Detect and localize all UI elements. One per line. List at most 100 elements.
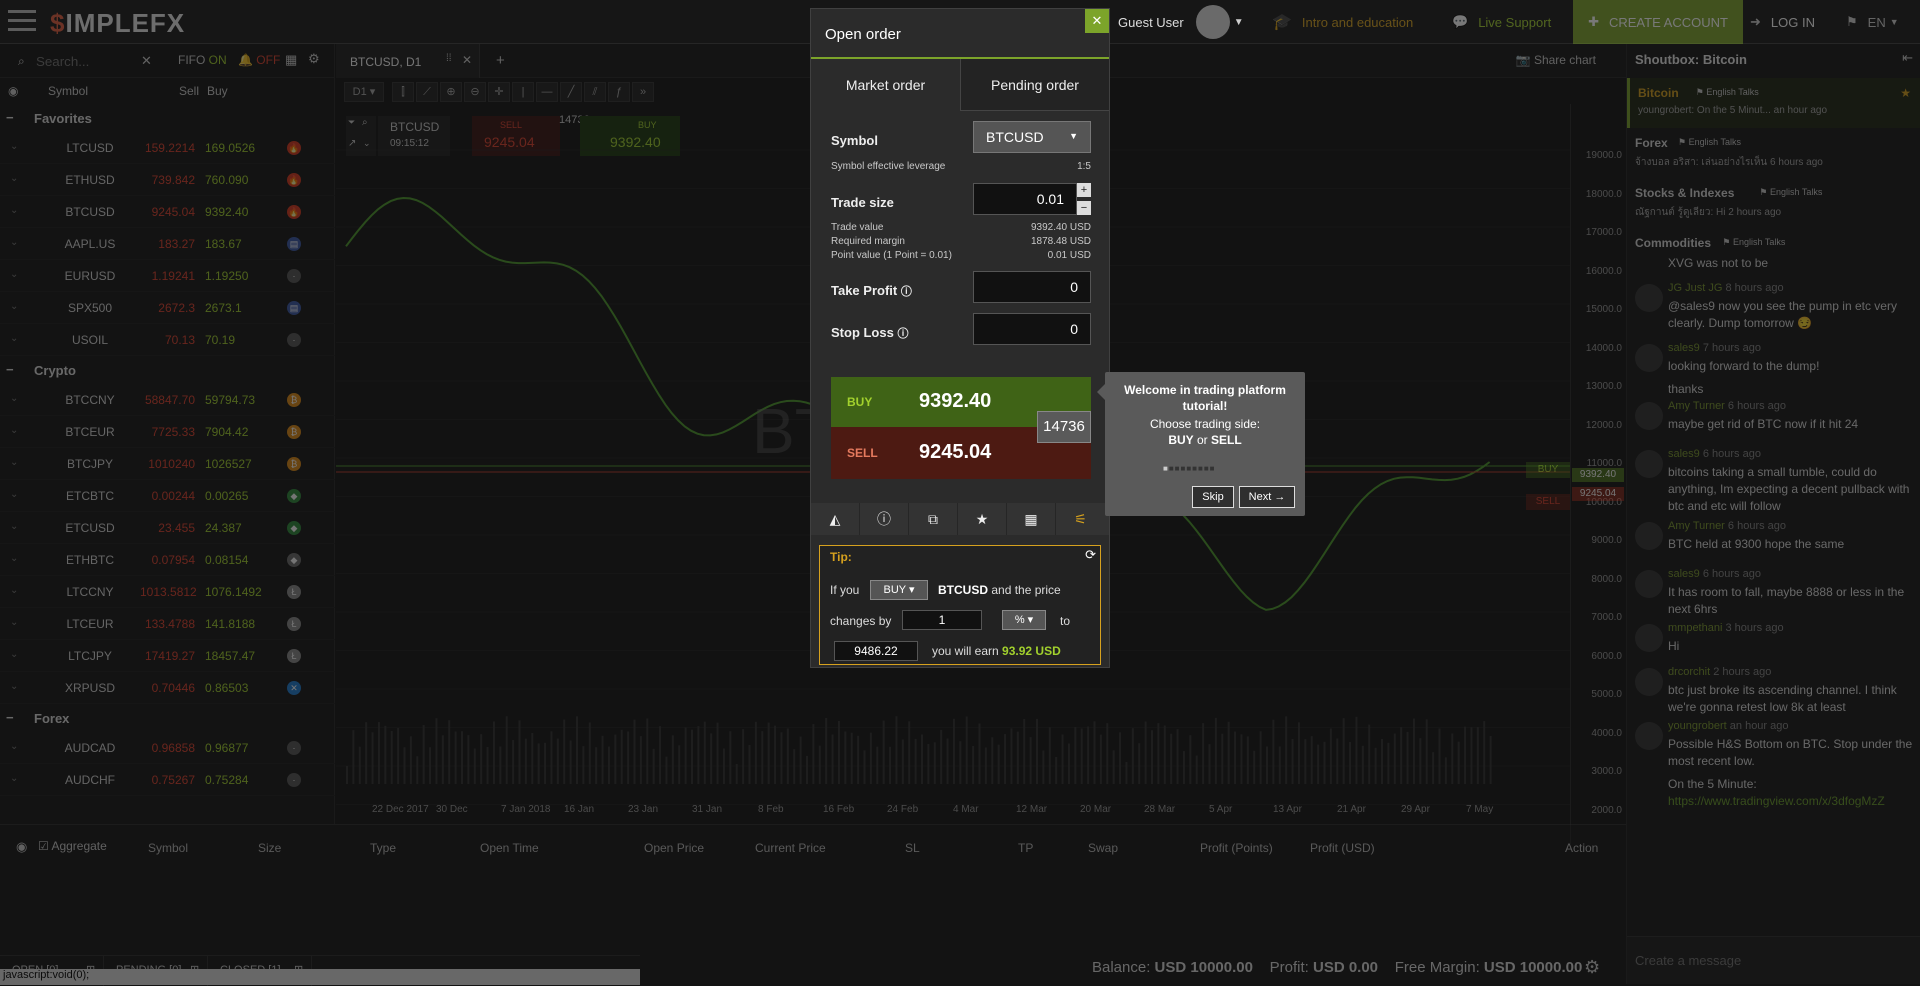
chevron-down-icon[interactable]: ⌄: [10, 521, 18, 532]
buy-price[interactable]: 1026527: [205, 457, 265, 471]
simplefx-logo[interactable]: $IMPLEFX: [50, 8, 185, 39]
sell-price[interactable]: 739.842: [140, 173, 195, 187]
buy-price[interactable]: 141.8188: [205, 617, 265, 631]
message-author[interactable]: mmpethani 3 hours ago: [1668, 622, 1784, 634]
sell-price[interactable]: 133.4788: [140, 617, 195, 631]
gear-icon[interactable]: ⚙: [1584, 957, 1600, 978]
channel-icon[interactable]: ⫽: [584, 82, 606, 102]
watchlist-row[interactable]: ⌄ ETHBTC 0.07954 0.08154 ◆: [0, 544, 335, 576]
watchlist-row[interactable]: ⌄ LTCEUR 133.4788 141.8188 Ł: [0, 608, 335, 640]
col-tp[interactable]: TP: [1018, 841, 1033, 855]
info-icon[interactable]: ⓘ: [897, 328, 908, 340]
intro-education-link[interactable]: 🎓 Intro and education: [1272, 0, 1413, 44]
indicators-icon[interactable]: ⟋: [416, 82, 438, 102]
watchlist-row[interactable]: ⌄ ETCBTC 0.00244 0.00265 ◆: [0, 480, 335, 512]
zoom-in-icon[interactable]: ⊕: [440, 82, 462, 102]
chevron-down-icon[interactable]: ⌄: [10, 457, 18, 468]
gear-icon[interactable]: ⚙: [308, 51, 320, 67]
create-account-button[interactable]: ✚ CREATE ACCOUNT: [1573, 0, 1743, 44]
tab-pending-order[interactable]: Pending order: [960, 59, 1109, 111]
chevron-down-icon[interactable]: ⌄: [10, 269, 18, 280]
change-unit-select[interactable]: % ▾: [1002, 610, 1046, 630]
increase-button[interactable]: +: [1077, 183, 1091, 197]
trade-side-select[interactable]: BUY ▾: [870, 580, 928, 600]
search-input[interactable]: [36, 51, 148, 71]
collapse-icon[interactable]: −: [6, 710, 14, 725]
col-symbol[interactable]: Symbol: [48, 84, 88, 98]
watchlist-row[interactable]: ⌄ LTCCNY 1013.5812 1076.1492 Ł: [0, 576, 335, 608]
chevron-down-icon[interactable]: ⌄: [10, 393, 18, 404]
message-author[interactable]: JG Just JG 8 hours ago: [1668, 282, 1784, 294]
info-icon[interactable]: ⓘ: [901, 286, 912, 298]
room-item[interactable]: Stocks & Indexes ⚑ English Talks ณัฐกานต์ …: [1627, 178, 1920, 228]
decrease-button[interactable]: −: [1077, 201, 1091, 215]
message-author[interactable]: sales9 7 hours ago: [1668, 342, 1761, 354]
col-open-price[interactable]: Open Price: [644, 841, 704, 855]
login-button[interactable]: ➜ LOG IN: [1750, 0, 1815, 44]
sell-price[interactable]: 58847.70: [140, 393, 195, 407]
avatar[interactable]: [1635, 522, 1663, 550]
watchlist-row[interactable]: ⌄ SPX500 2672.3 2673.1 ▤: [0, 292, 335, 324]
crosshair-icon[interactable]: ✛: [488, 82, 510, 102]
live-support-link[interactable]: 💬 Live Support: [1452, 0, 1551, 44]
sell-price[interactable]: 7725.33: [140, 425, 195, 439]
sell-price[interactable]: 0.00244: [140, 489, 195, 503]
refresh-icon[interactable]: ⟳: [1085, 547, 1096, 563]
watchlist-row[interactable]: ⌄ AUDCAD 0.96858 0.96877 ·: [0, 732, 335, 764]
avatar[interactable]: [1635, 344, 1663, 372]
message-author[interactable]: sales9 6 hours ago: [1668, 448, 1761, 460]
room-item[interactable]: Bitcoin ⚑ English Talks youngrobert: On th…: [1627, 78, 1920, 128]
group-favorites[interactable]: − Favorites: [0, 104, 335, 132]
change-amount-input[interactable]: 1: [902, 610, 982, 630]
calculator-icon[interactable]: ▦: [285, 52, 297, 68]
col-profit-usd[interactable]: Profit (USD): [1310, 841, 1375, 855]
col-buy[interactable]: Buy: [207, 84, 228, 98]
sell-price[interactable]: 17419.27: [140, 649, 195, 663]
watchlist-row[interactable]: ⌄ ETHUSD 739.842 760.090 🔥: [0, 164, 335, 196]
next-button[interactable]: Next →: [1239, 486, 1295, 508]
col-swap[interactable]: Swap: [1088, 841, 1118, 855]
skip-button[interactable]: Skip: [1192, 486, 1234, 508]
star-icon[interactable]: ★: [1900, 86, 1911, 100]
buy-price[interactable]: 0.86503: [205, 681, 265, 695]
watchlist-row[interactable]: ⌄ USOIL 70.13 70.19 ·: [0, 324, 335, 356]
col-profit-points[interactable]: Profit (Points): [1200, 841, 1273, 855]
chevron-down-icon[interactable]: ⌄: [10, 425, 18, 436]
message-author[interactable]: drcorchit 2 hours ago: [1668, 666, 1771, 678]
info-icon[interactable]: ⓘ: [860, 503, 909, 535]
menu-icon[interactable]: [8, 10, 36, 32]
col-sl[interactable]: SL: [905, 841, 920, 855]
chevron-down-icon[interactable]: ⌄: [10, 553, 18, 564]
chevron-down-icon[interactable]: ⌄: [10, 489, 18, 500]
buy-price[interactable]: 0.75284: [205, 773, 265, 787]
collapse-icon[interactable]: ⇤: [1902, 50, 1913, 66]
sell-price[interactable]: 23.455: [140, 521, 195, 535]
col-open-time[interactable]: Open Time: [480, 841, 539, 855]
close-icon[interactable]: ✕: [462, 53, 472, 67]
target-price-input[interactable]: 9486.22: [834, 641, 918, 661]
chevron-down-icon[interactable]: ⌄: [10, 205, 18, 216]
watchlist-row[interactable]: ⌄ XRPUSD 0.70446 0.86503 ✕: [0, 672, 335, 704]
avatar[interactable]: [1635, 624, 1663, 652]
symbol-select[interactable]: BTCUSD ▼: [973, 121, 1091, 153]
external-link-icon[interactable]: ⧉: [909, 503, 958, 535]
eye-icon[interactable]: ◉: [16, 839, 27, 855]
chevron-down-icon[interactable]: ⌄: [10, 333, 18, 344]
sell-price[interactable]: 9245.04: [140, 205, 195, 219]
more-tools-icon[interactable]: »: [632, 82, 654, 102]
trend-line-icon[interactable]: ╱: [560, 82, 582, 102]
aggregate-checkbox[interactable]: ☑ Aggregate: [38, 839, 107, 853]
buy-price[interactable]: 0.96877: [205, 741, 265, 755]
tab-market-order[interactable]: Market order: [811, 59, 960, 111]
fibonacci-icon[interactable]: ƒ: [608, 82, 630, 102]
avatar[interactable]: [1635, 668, 1663, 696]
trade-size-input[interactable]: 0.01: [973, 183, 1077, 215]
buy-price[interactable]: 18457.47: [205, 649, 265, 663]
clear-search-icon[interactable]: ✕: [141, 53, 152, 69]
buy-price[interactable]: 1.19250: [205, 269, 265, 283]
sell-price[interactable]: 0.96858: [140, 741, 195, 755]
sell-price[interactable]: 159.2214: [140, 141, 195, 155]
watchlist-row[interactable]: ⌄ EURUSD 1.19241 1.19250 ·: [0, 260, 335, 292]
col-symbol[interactable]: Symbol: [148, 841, 188, 855]
chevron-down-icon[interactable]: ⌄: [10, 237, 18, 248]
